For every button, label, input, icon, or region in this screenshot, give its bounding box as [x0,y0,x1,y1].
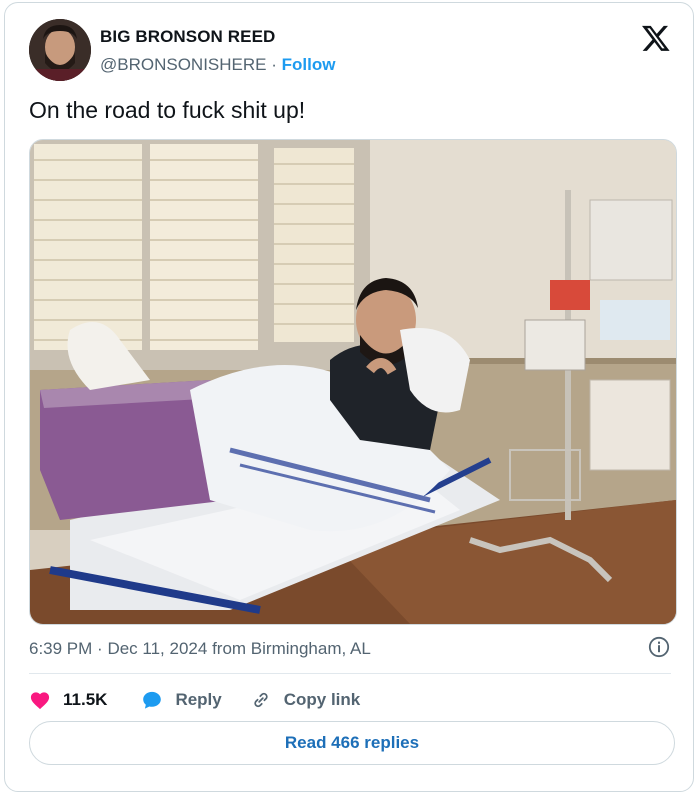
tweet-actions: 11.5K Reply Copy link [29,686,360,714]
meta-separator: · [97,639,103,658]
avatar-image [29,19,91,81]
author-handle[interactable]: @BRONSONISHERE [100,55,267,74]
follow-button[interactable]: Follow [282,55,336,74]
divider [29,673,671,674]
reply-label: Reply [175,690,222,709]
info-icon[interactable] [647,635,671,659]
tweet-date[interactable]: Dec 11, 2024 [107,639,207,658]
like-button[interactable]: 11.5K [29,690,107,710]
tweet-photo[interactable] [29,139,677,625]
reply-bubble-icon [143,691,162,709]
tweet-meta: 6:39 PM · Dec 11, 2024 from Birmingham, … [29,639,371,659]
copy-link-label: Copy link [283,690,361,709]
reply-button[interactable]: Reply [141,690,222,710]
photo-image [30,140,676,624]
author-handle-row: @BRONSONISHERE · Follow [100,55,335,75]
heart-icon [30,692,50,710]
x-logo-icon[interactable] [641,23,671,53]
link-icon [254,692,268,708]
author-avatar[interactable] [29,19,91,81]
tweet-text: On the road to fuck shit up! [29,97,306,123]
tweet-time[interactable]: 6:39 PM [29,639,92,658]
like-count: 11.5K [63,690,108,709]
author-name[interactable]: BIG BRONSON REED [100,27,275,47]
handle-separator: · [271,55,277,74]
read-replies-button[interactable]: Read 466 replies [29,721,675,765]
tweet-location: from Birmingham, AL [212,639,371,658]
copy-link-button[interactable]: Copy link [250,689,361,711]
tweet-card: BIG BRONSON REED @BRONSONISHERE · Follow… [4,2,694,792]
